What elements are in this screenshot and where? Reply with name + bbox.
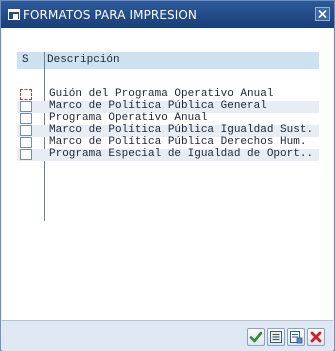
row-select-checkbox[interactable] <box>20 113 32 124</box>
column-header-select[interactable]: S <box>22 54 29 66</box>
title-bar[interactable]: FORMATOS PARA IMPRESION <box>1 1 334 28</box>
row-select-checkbox[interactable] <box>20 89 32 100</box>
row-description[interactable]: Marco de Política Pública General <box>49 100 267 112</box>
row-description[interactable]: Programa Operativo Anual <box>49 112 207 124</box>
close-icon <box>318 9 327 19</box>
row-select-checkbox[interactable] <box>20 137 32 148</box>
list-button[interactable] <box>267 328 285 346</box>
cancel-icon <box>310 331 322 343</box>
list-icon <box>270 331 282 343</box>
document-button[interactable] <box>287 328 305 346</box>
window-title: FORMATOS PARA IMPRESION <box>23 8 198 22</box>
row-select-checkbox[interactable] <box>20 125 32 136</box>
row-select-checkbox[interactable] <box>20 149 32 160</box>
row-description[interactable]: Programa Especial de Igualdad de Oport.. <box>49 148 313 160</box>
row-description[interactable]: Marco de Política Pública Igualdad Sust. <box>49 124 313 136</box>
column-header-description[interactable]: Descripción <box>47 54 120 66</box>
content-area: S Descripción Guión del Programa Operati… <box>2 28 333 320</box>
popup-window: FORMATOS PARA IMPRESION S Descripción Gu… <box>0 0 335 351</box>
checkmark-icon <box>249 331 263 343</box>
table-header: S Descripción <box>17 52 319 69</box>
window-icon <box>8 9 20 20</box>
confirm-button[interactable] <box>247 328 265 346</box>
row-select-checkbox[interactable] <box>20 101 32 112</box>
button-bar <box>2 320 333 351</box>
row-description[interactable]: Guión del Programa Operativo Anual <box>49 88 273 100</box>
close-button[interactable] <box>315 7 330 21</box>
selection-table: S Descripción Guión del Programa Operati… <box>17 47 319 221</box>
cancel-button[interactable] <box>307 328 325 346</box>
document-icon <box>290 331 303 344</box>
row-description[interactable]: Marco de Política Pública Derechos Hum. <box>49 136 306 148</box>
table-row[interactable]: Programa Especial de Igualdad de Oport.. <box>17 148 319 161</box>
